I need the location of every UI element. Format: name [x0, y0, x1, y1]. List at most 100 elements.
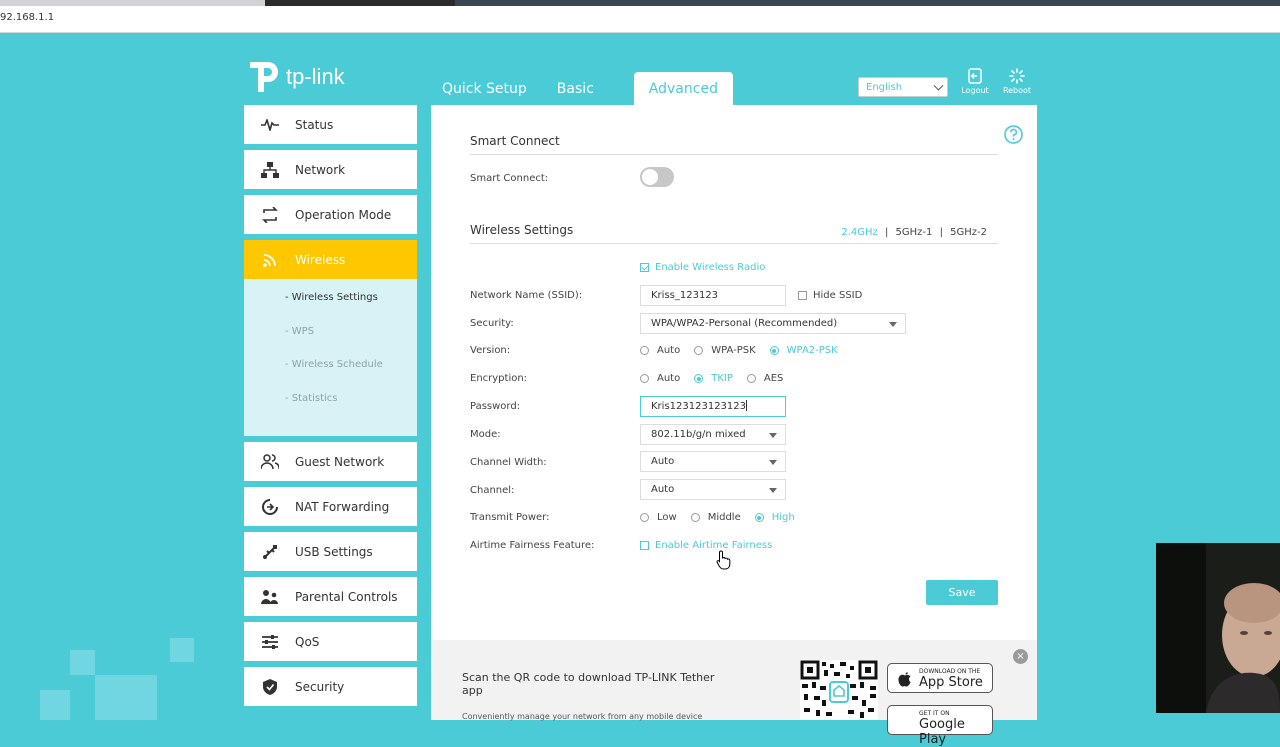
address-bar[interactable]: 92.168.1.1	[0, 6, 1280, 33]
language-select[interactable]: English	[858, 77, 948, 97]
password-input[interactable]: Kris123123123123	[640, 396, 786, 417]
sidebar-item-qos[interactable]: QoS	[244, 622, 417, 661]
smart-connect-toggle[interactable]	[640, 167, 674, 187]
tab-basic[interactable]: Basic	[545, 72, 612, 106]
mode-select[interactable]: 802.11b/g/n mixed	[640, 424, 786, 445]
sidebar-item-usb-settings[interactable]: USB Settings	[244, 532, 417, 571]
radio[interactable]	[640, 513, 649, 522]
reboot-icon	[1009, 68, 1025, 84]
sidebar-item-guest-network[interactable]: Guest Network	[244, 442, 417, 481]
wireless-submenu: - Wireless Settings - WPS - Wireless Sch…	[244, 279, 417, 436]
wireless-settings-title: Wireless Settings	[470, 223, 574, 237]
radio[interactable]	[746, 374, 756, 383]
version-wpa2-psk[interactable]: WPA2-PSK	[769, 345, 838, 356]
chevron-down-icon	[769, 433, 777, 438]
channel-select[interactable]: Auto	[640, 479, 786, 500]
apple-icon	[898, 672, 911, 687]
google-play-badge[interactable]: GET IT ON Google Play	[887, 705, 993, 747]
smart-connect-title: Smart Connect	[470, 134, 560, 148]
divider	[470, 243, 998, 244]
power-high[interactable]: High	[754, 512, 795, 523]
encryption-auto[interactable]: Auto	[640, 373, 680, 384]
parental-icon	[244, 589, 295, 605]
shield-icon	[244, 678, 295, 695]
checkbox-checked[interactable]	[640, 263, 649, 272]
airtime-fairness-label: Enable Airtime Fairness	[655, 540, 773, 551]
close-icon: ×	[1016, 651, 1025, 662]
power-low[interactable]: Low	[640, 512, 677, 523]
logout-label: Logout	[961, 86, 989, 95]
option-label: Auto	[657, 373, 681, 384]
sidebar-item-network[interactable]: Network	[244, 150, 417, 189]
version-wpa-psk[interactable]: WPA-PSK	[694, 345, 756, 356]
band-5ghz-1[interactable]: 5GHz-1	[896, 227, 933, 238]
option-label: WPA-PSK	[711, 345, 756, 356]
google-play-small-text: GET IT ON	[919, 710, 950, 717]
app-store-small-text: DOWNLOAD ON THE	[919, 668, 981, 675]
channel-width-select[interactable]: Auto	[640, 451, 786, 472]
mode-label: Mode:	[470, 429, 501, 440]
sidebar-item-wireless[interactable]: Wireless	[244, 240, 417, 279]
radio-selected[interactable]	[769, 346, 779, 355]
help-icon	[1004, 125, 1023, 144]
submenu-wireless-schedule[interactable]: - Wireless Schedule	[244, 359, 417, 393]
encryption-aes[interactable]: AES	[746, 373, 783, 384]
submenu-statistics[interactable]: - Statistics	[244, 393, 417, 427]
logout-button[interactable]: Logout	[955, 68, 995, 95]
mode-icon	[244, 206, 295, 223]
submenu-wireless-settings[interactable]: - Wireless Settings	[244, 292, 417, 326]
sidebar-item-security[interactable]: Security	[244, 667, 417, 706]
channel-width-label: Channel Width:	[470, 457, 547, 468]
ssid-label: Network Name (SSID):	[470, 290, 583, 301]
save-button[interactable]: Save	[926, 580, 998, 605]
band-5ghz-2[interactable]: 5GHz-2	[950, 227, 987, 238]
encryption-options: Auto TKIP AES	[640, 373, 797, 384]
enable-wireless-radio[interactable]: Enable Wireless Radio	[640, 262, 765, 273]
radio-selected[interactable]	[694, 374, 704, 383]
sidebar-item-label: Parental Controls	[295, 589, 398, 604]
checkbox[interactable]	[798, 291, 807, 300]
encryption-label: Encryption:	[470, 373, 528, 384]
tether-scan-text: Scan the QR code to download TP-LINK Tet…	[462, 671, 715, 697]
decorative-square	[170, 638, 194, 662]
power-middle[interactable]: Middle	[690, 512, 741, 523]
version-label: Version:	[470, 345, 511, 356]
submenu-wps[interactable]: - WPS	[244, 326, 417, 360]
encryption-tkip[interactable]: TKIP	[694, 373, 733, 384]
airtime-fairness[interactable]: Enable Airtime Fairness	[640, 540, 772, 551]
tab-advanced[interactable]: Advanced	[633, 72, 733, 106]
sidebar-item-status[interactable]: Status	[244, 105, 417, 144]
security-select[interactable]: WPA/WPA2-Personal (Recommended)	[640, 313, 906, 334]
radio[interactable]	[690, 513, 700, 522]
channel-value: Auto	[651, 484, 675, 495]
reboot-button[interactable]: Reboot	[997, 68, 1037, 95]
band-2-4ghz[interactable]: 2.4GHz	[841, 227, 877, 238]
option-label: WPA2-PSK	[786, 345, 838, 356]
hide-ssid[interactable]: Hide SSID	[798, 290, 862, 301]
main-panel: Smart Connect Smart Connect: Wireless Se…	[431, 105, 1037, 640]
band-selector: 2.4GHz | 5GHz-1 | 5GHz-2	[841, 227, 987, 238]
chevron-down-icon	[933, 80, 944, 91]
sidebar-item-parental-controls[interactable]: Parental Controls	[244, 577, 417, 616]
close-banner-button[interactable]: ×	[1013, 649, 1028, 664]
tab-quick-setup[interactable]: Quick Setup	[430, 72, 545, 106]
hand-cursor-icon	[716, 550, 732, 574]
radio[interactable]	[694, 346, 704, 355]
sidebar: Status Network Operation Mode Wireless -…	[244, 105, 417, 712]
sidebar-item-nat-forwarding[interactable]: NAT Forwarding	[244, 487, 417, 526]
version-auto[interactable]: Auto	[640, 345, 680, 356]
radio[interactable]	[640, 374, 649, 383]
pulse-icon	[244, 118, 295, 131]
ssid-value: Kriss_123123	[651, 290, 719, 301]
ssid-input[interactable]: Kriss_123123	[640, 285, 786, 306]
sidebar-item-operation-mode[interactable]: Operation Mode	[244, 195, 417, 234]
option-label: TKIP	[711, 373, 733, 384]
radio[interactable]	[640, 346, 649, 355]
radio-selected[interactable]	[754, 513, 764, 522]
help-button[interactable]	[1004, 125, 1023, 148]
sidebar-item-label: Guest Network	[295, 454, 385, 469]
usb-icon	[244, 544, 295, 560]
app-store-badge[interactable]: DOWNLOAD ON THE App Store	[887, 663, 993, 693]
checkbox[interactable]	[640, 541, 649, 550]
sidebar-item-label: Operation Mode	[295, 207, 392, 222]
